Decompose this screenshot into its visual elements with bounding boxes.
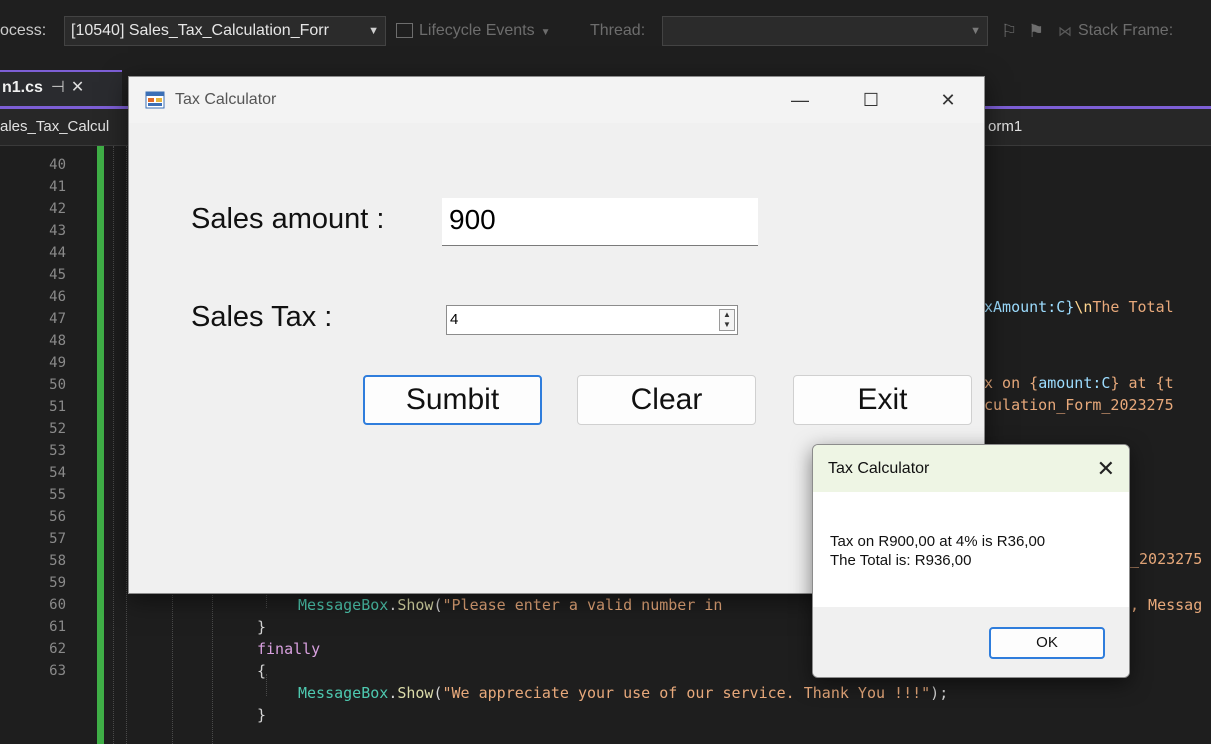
line-number: 60 [49, 597, 66, 613]
line-number: 43 [49, 223, 66, 239]
line-number: 45 [49, 267, 66, 283]
debug-toolbar: ocess: [10540] Sales_Tax_Calculation_For… [0, 0, 1211, 62]
code-line-50: culation_Form_2023275 [984, 396, 1174, 414]
window-title-bar[interactable]: Tax Calculator — ☐ ✕ [129, 77, 984, 123]
code-line-61: { [257, 662, 267, 680]
line-number: 46 [49, 289, 66, 305]
process-combo[interactable]: [10540] Sales_Tax_Calculation_Forr ▼ [64, 16, 386, 46]
line-number: 54 [49, 465, 66, 481]
thread-label: Thread: [590, 22, 646, 39]
spinner-buttons[interactable]: ▲ ▼ [719, 309, 735, 331]
line-number: 51 [49, 399, 66, 415]
line-number-gutter: 40 41 42 43 44 45 46 47 48 49 50 51 52 5… [0, 146, 78, 744]
line-number: 50 [49, 377, 66, 393]
dialog-message-line-1: Tax on R900,00 at 4% is R36,00 [830, 533, 1046, 550]
flag-threads-icon[interactable]: ⚑ [1028, 0, 1044, 62]
lifecycle-label: Lifecycle Events [419, 22, 535, 39]
line-number: 57 [49, 531, 66, 547]
sales-amount-label: Sales amount : [191, 203, 385, 235]
dialog-message-line-2: The Total is: R936,00 [830, 552, 972, 569]
line-number: 42 [49, 201, 66, 217]
dialog-title: Tax Calculator [828, 460, 930, 477]
app-form-icon [145, 91, 165, 109]
line-number: 47 [49, 311, 66, 327]
line-number: 62 [49, 641, 66, 657]
tab-label: n1.cs [2, 79, 43, 96]
minimize-button[interactable]: — [771, 77, 829, 123]
line-number: 40 [49, 157, 66, 173]
line-number: 44 [49, 245, 66, 261]
nav-project-dropdown[interactable]: ales_Tax_Calcul [0, 109, 109, 145]
chevron-down-icon: ▼ [368, 25, 379, 37]
maximize-button[interactable]: ☐ [842, 77, 900, 123]
indent-guide [172, 586, 173, 744]
process-label: ocess: [0, 22, 47, 39]
sales-amount-input[interactable]: 900 [442, 198, 758, 246]
line-number: 56 [49, 509, 66, 525]
code-line-62: MessageBox.Show("We appreciate your use … [298, 684, 949, 702]
line-number: 59 [49, 575, 66, 591]
line-number: 49 [49, 355, 66, 371]
line-number: 53 [49, 443, 66, 459]
window-title: Tax Calculator [175, 91, 277, 108]
process-value: [10540] Sales_Tax_Calculation_Forr [71, 22, 329, 39]
code-line-58-tail: , Messag [1130, 596, 1203, 614]
indent-guide [266, 674, 267, 696]
ok-button[interactable]: OK [989, 627, 1105, 659]
indent-guide [212, 586, 213, 744]
line-number: 48 [49, 333, 66, 349]
code-line-49: x on {amount:C} at {t [984, 374, 1174, 392]
close-button[interactable]: ✕ [919, 77, 977, 123]
stack-frame-label: Stack Frame: [1078, 22, 1174, 39]
change-indicator-bar [97, 146, 104, 744]
code-line-46: xAmount:C}\nThe Total [984, 298, 1174, 316]
line-number: 63 [49, 663, 66, 679]
flag-icon[interactable]: ⚐ [1001, 0, 1017, 62]
indent-guide [126, 146, 127, 744]
line-number: 58 [49, 553, 66, 569]
exit-button[interactable]: Exit [793, 375, 972, 425]
spin-up-icon[interactable]: ▲ [720, 310, 734, 320]
sales-tax-spinner[interactable]: 4 ▲ ▼ [446, 305, 738, 335]
code-line-60: finally [257, 640, 321, 658]
tab-form1-cs[interactable]: n1.cs ⊣ ✕ [0, 70, 122, 106]
chevron-down-icon: ▼ [540, 27, 551, 38]
line-number: 61 [49, 619, 66, 635]
dialog-title-bar[interactable]: Tax Calculator ✕ [813, 445, 1129, 492]
code-line-56: _2023275 [1130, 550, 1203, 568]
close-icon[interactable]: ✕ [71, 79, 84, 96]
lifecycle-icon [396, 23, 413, 39]
nav-type-dropdown[interactable]: orm1 [988, 109, 1022, 145]
lifecycle-events-button[interactable]: Lifecycle Events ▼ [396, 0, 551, 62]
sales-tax-label: Sales Tax : [191, 301, 333, 333]
line-number: 52 [49, 421, 66, 437]
chevron-down-icon: ▼ [970, 25, 981, 37]
code-line-63: } [257, 706, 267, 724]
code-line-58: MessageBox.Show("Please enter a valid nu… [298, 596, 723, 614]
clear-button[interactable]: Clear [577, 375, 756, 425]
submit-button[interactable]: Sumbit [363, 375, 542, 425]
line-number: 41 [49, 179, 66, 195]
message-box-dialog: Tax Calculator ✕ Tax on R900,00 at 4% is… [812, 444, 1130, 678]
thread-combo[interactable]: ▼ [662, 16, 988, 46]
close-icon[interactable]: ✕ [1097, 445, 1115, 492]
line-number: 55 [49, 487, 66, 503]
sales-tax-value: 4 [450, 311, 459, 328]
indent-guide [113, 146, 114, 744]
stack-frame-icon: ⋈ [1058, 23, 1072, 39]
code-line-59: } [257, 618, 267, 636]
spin-down-icon[interactable]: ▼ [720, 320, 734, 330]
pin-icon[interactable]: ⊣ [51, 79, 65, 96]
